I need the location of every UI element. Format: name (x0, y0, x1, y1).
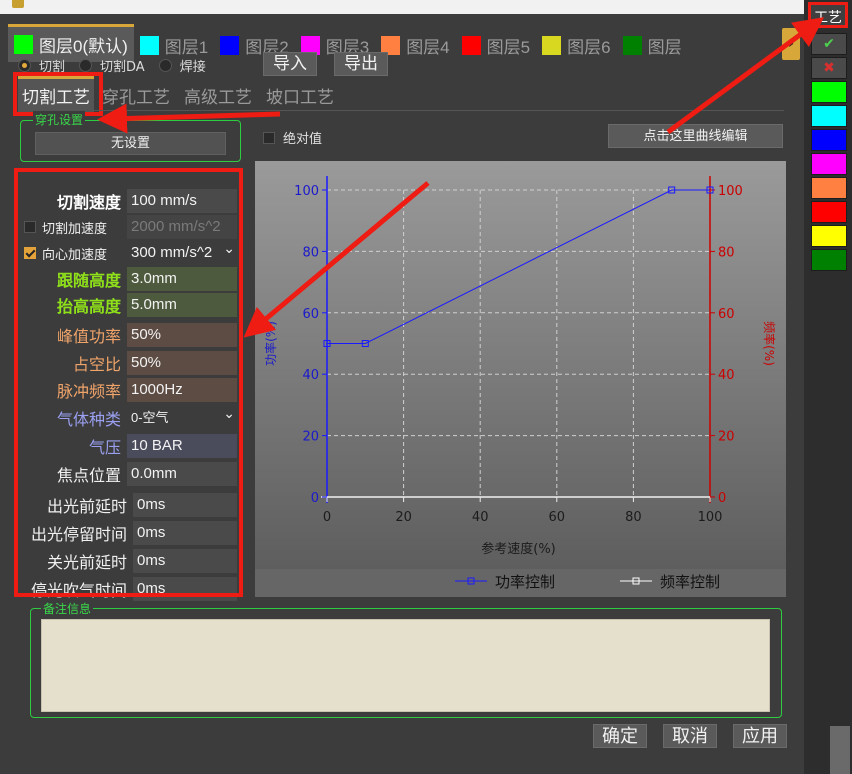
export-button[interactable]: 导出 (334, 52, 388, 76)
x-tick-label: 100 (698, 510, 723, 525)
x-tick-label: 40 (472, 510, 489, 525)
highlight-params-panel (14, 168, 243, 597)
radio-dot-icon[interactable] (79, 58, 93, 72)
y-left-tick-label: 20 (302, 430, 319, 445)
right-sidebar: 工艺 ✔ ✖ (804, 0, 852, 774)
speed-curve-chart: 0 20 40 60 80 100 0 0 20 20 40 40 60 60 80 80 100 100 参考速度… (255, 161, 786, 597)
sidebar-layer-color-0[interactable] (811, 81, 847, 103)
craft-button[interactable]: 工艺 (808, 2, 848, 28)
y-left-axis-label: 功率(%) (263, 321, 278, 366)
y-left-tick-label: 0 (311, 491, 319, 506)
x-tick-label: 80 (625, 510, 642, 525)
tab-divider (18, 110, 784, 111)
y-right-tick-label: 60 (718, 307, 735, 322)
layer-color-swatch (220, 35, 240, 55)
layer-tab-label: 图层 (647, 37, 682, 57)
notes-title: 备注信息 (41, 600, 94, 617)
import-button[interactable]: 导入 (263, 52, 317, 76)
pierce-settings-button[interactable]: 无设置 (35, 132, 226, 155)
process-tab-1[interactable]: 穿孔工艺 (102, 83, 170, 112)
radio-dot-icon[interactable] (18, 58, 31, 72)
chart-svg: 0 20 40 60 80 1000 020 2040 4060 6080 80100 100参考速度… (255, 161, 786, 597)
plot-background (255, 161, 786, 569)
window-title-bar (0, 0, 852, 14)
y-right-tick-label: 80 (718, 245, 735, 260)
y-left-tick-label: 80 (302, 245, 319, 260)
y-left-tick-label: 60 (302, 307, 319, 322)
pierce-settings-title: 穿孔设置 (33, 111, 86, 128)
process-tab-3[interactable]: 坡口工艺 (266, 83, 334, 112)
check-icon[interactable]: ✔ (811, 33, 847, 55)
sidebar-layer-color-2[interactable] (811, 129, 847, 151)
layer-tab-5[interactable]: 图层5 (456, 28, 536, 62)
legend-power-label: 功率控制 (495, 574, 555, 591)
layer-tab-label: 图层4 (406, 37, 450, 57)
layer-tab-7[interactable]: 图层 (617, 28, 688, 62)
sidebar-layer-color-6[interactable] (811, 225, 847, 247)
y-left-tick-label: 40 (302, 368, 319, 383)
abs-value-label: 绝对值 (283, 132, 323, 147)
y-right-tick-label: 40 (718, 368, 735, 383)
y-left-tick-label: 100 (294, 184, 319, 199)
sidebar-layer-color-7[interactable] (811, 249, 847, 271)
close-icon[interactable]: ✖ (811, 57, 847, 79)
y-right-tick-label: 20 (718, 430, 735, 445)
app-icon (12, 0, 24, 8)
radio-dot-icon[interactable] (158, 58, 172, 72)
abs-value-checkbox[interactable] (263, 131, 275, 144)
sidebar-layer-color-3[interactable] (811, 153, 847, 175)
x-tick-label: 0 (323, 510, 331, 525)
layer-color-swatch (622, 35, 642, 55)
x-tick-label: 60 (549, 510, 566, 525)
y-right-axis-label: 频率(%) (762, 321, 777, 366)
curve-edit-button[interactable]: 点击这里曲线编辑 (608, 124, 783, 148)
layer-tab-label: 图层5 (486, 37, 531, 57)
process-tab-2[interactable]: 高级工艺 (184, 83, 252, 112)
ok-button[interactable]: 确定 (593, 724, 647, 748)
cancel-button[interactable]: 取消 (663, 724, 717, 748)
apply-button[interactable]: 应用 (733, 724, 787, 748)
layer-tab-6[interactable]: 图层6 (536, 28, 616, 62)
sidebar-layer-color-5[interactable] (811, 201, 847, 223)
sidebar-layer-color-1[interactable] (811, 105, 847, 127)
layer-color-swatch (542, 35, 562, 55)
sidebar-scrollbar[interactable] (830, 726, 850, 774)
pierce-settings-group: 穿孔设置 无设置 (20, 111, 241, 162)
layer-color-swatch (461, 35, 481, 55)
y-right-tick-label: 0 (718, 491, 726, 506)
layer-tab-label: 图层6 (567, 37, 611, 57)
mode-radio-label: 焊接 (179, 59, 206, 75)
legend-freq-label: 频率控制 (660, 574, 720, 591)
notes-group: 备注信息 (30, 600, 782, 718)
tab-scroll-right-icon[interactable]: › (782, 28, 800, 60)
sidebar-layer-color-4[interactable] (811, 177, 847, 199)
abs-value-toggle[interactable]: 绝对值 (263, 128, 322, 147)
x-tick-label: 20 (395, 510, 412, 525)
mode-radio-label: 切割DA (100, 59, 145, 75)
x-axis-label: 参考速度(%) (481, 541, 556, 557)
notes-textarea[interactable] (41, 619, 770, 712)
y-right-tick-label: 100 (718, 184, 743, 199)
mode-radio-2[interactable]: 焊接 (158, 56, 206, 75)
